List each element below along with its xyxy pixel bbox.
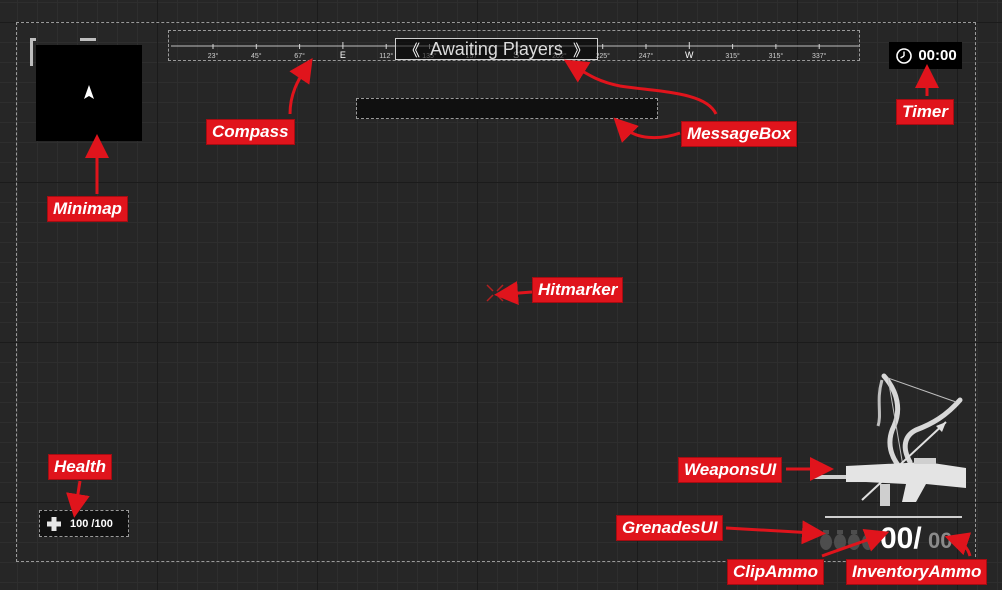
minimap [36,45,142,141]
compass-tick-label: 67° [294,52,305,60]
compass-tick-label: W [685,50,694,60]
compass-tick-label: 23° [208,52,219,60]
compass-tick-label: 112° [379,52,393,60]
timer: 00:00 [889,42,962,69]
annotation-weapons: WeaponsUI [678,457,783,483]
clock-icon [896,47,913,64]
annotation-minimap: Minimap [47,196,128,222]
compass-tick-label: E [340,50,346,60]
minimap-frame-corner [80,38,96,44]
inventory-ammo: 00 [928,528,953,553]
health-cross-icon [47,516,61,531]
compass-tick-label: 337° [812,52,827,60]
ammo-divider [825,516,962,518]
compass-tick-label: 247° [639,52,654,60]
annotation-grenades: GrenadesUI [616,515,724,541]
awaiting-players-banner: 《 Awaiting Players 》 [395,38,598,60]
compass-tick-label: 315° [769,52,784,60]
rifle-icon [812,458,966,506]
clip-ammo: 00/ [880,522,922,555]
annotation-timer: Timer [896,99,954,125]
message-box [356,98,658,119]
hitmarker [485,283,505,303]
compass-tick-label: 315° [725,52,740,60]
health-bar: 100 /100 [39,510,129,537]
chevron-left-icon: 《 [404,43,421,60]
annotation-inventory-ammo: InventoryAmmo [846,559,988,585]
minimap-player-arrow-icon [84,85,94,99]
annotation-messagebox: MessageBox [681,121,797,147]
grenade-icon [820,530,874,550]
grenades-ui [818,522,880,552]
annotation-health: Health [48,454,112,480]
annotation-hitmarker: Hitmarker [532,277,624,303]
health-text: 100 /100 [70,517,113,530]
timer-text: 00:00 [918,47,957,64]
hitmarker-icon [486,284,504,302]
chevron-right-icon: 》 [572,43,589,60]
annotation-clip-ammo: ClipAmmo [727,559,824,585]
awaiting-players-text: Awaiting Players [430,38,563,59]
annotation-compass: Compass [206,119,295,145]
weapons-ui [806,370,970,512]
compass-tick-label: 45° [251,52,262,60]
